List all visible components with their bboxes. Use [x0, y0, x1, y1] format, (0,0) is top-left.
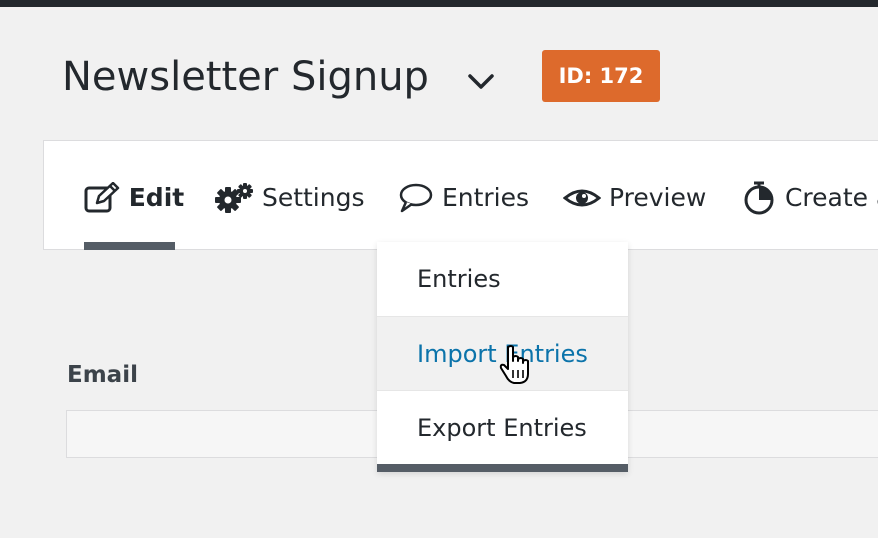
tab-label: Preview [608, 183, 707, 212]
dropdown-bottom-bar [377, 464, 628, 472]
menu-item-export-entries[interactable]: Export Entries [377, 390, 628, 464]
hand-pointer-icon [499, 345, 529, 384]
form-title: Newsletter Signup [62, 54, 429, 100]
tab-settings[interactable]: Settings [214, 174, 365, 220]
eye-icon [563, 189, 601, 207]
email-field-label: Email [67, 362, 138, 388]
gears-icon [215, 183, 253, 213]
tab-label: Settings [261, 183, 365, 212]
chevron-down-icon[interactable] [466, 70, 496, 92]
tab-create[interactable]: Create a [741, 174, 878, 220]
tab-label: Entries [441, 183, 530, 212]
tab-edit[interactable]: Edit [84, 174, 184, 220]
tab-label: Create a [784, 183, 878, 212]
pencil-edit-icon [84, 182, 120, 213]
tab-entries[interactable]: Entries [398, 174, 529, 220]
form-id-badge: ID: 172 [542, 50, 660, 102]
admin-top-bar [0, 0, 878, 7]
tab-label: Edit [128, 183, 185, 212]
active-tab-indicator [84, 242, 175, 250]
speech-bubble-icon [399, 183, 433, 213]
dashboard-icon [744, 181, 774, 215]
menu-item-entries[interactable]: Entries [377, 242, 628, 316]
tab-preview[interactable]: Preview [563, 174, 706, 220]
